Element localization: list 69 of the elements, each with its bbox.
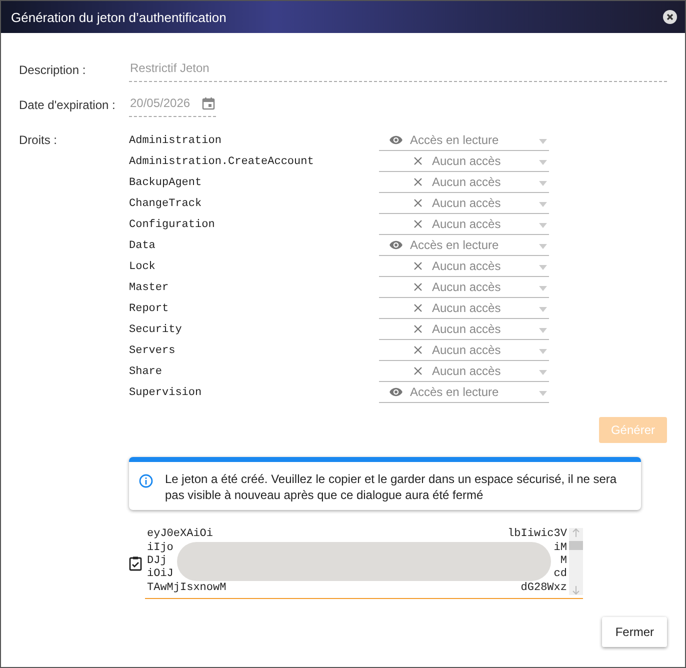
description-field[interactable]: Restrictif Jeton: [129, 61, 667, 82]
permission-name: Master: [129, 282, 170, 294]
permission-name: Supervision: [129, 386, 203, 398]
caret-icon: [539, 202, 547, 206]
token-text: cd: [554, 568, 567, 582]
access-dropdown[interactable]: Aucun accès: [379, 152, 549, 172]
permission-name: Administration: [129, 134, 222, 146]
access-dropdown[interactable]: Aucun accès: [379, 194, 549, 214]
access-dropdown[interactable]: Aucun accès: [379, 298, 549, 318]
access-dropdown[interactable]: Aucun accès: [379, 278, 549, 298]
permission-name: ChangeTrack: [129, 198, 203, 210]
caret-icon: [539, 222, 547, 228]
eye-icon: [389, 133, 403, 147]
token-text: eyJ0eXAiOi: [147, 528, 214, 542]
permission-name: Share: [129, 366, 164, 378]
access-dropdown[interactable]: Aucun accès: [379, 172, 549, 192]
access-dropdown[interactable]: Aucun accès: [379, 320, 549, 340]
permission-name: Lock: [129, 260, 156, 272]
token-text: iOiJ: [147, 568, 174, 582]
field-label: Date d'expiration :: [19, 97, 116, 112]
permission-name: Configuration: [129, 218, 216, 230]
caret-icon: [539, 138, 547, 144]
caret-icon: [539, 390, 547, 396]
clipboard-check-icon[interactable]: [129, 556, 142, 572]
up-arrow-icon[interactable]: [572, 528, 580, 538]
token-text: M: [560, 554, 567, 568]
close-button[interactable]: Fermer: [602, 616, 667, 647]
field-label: Droits :: [19, 132, 58, 149]
caret-icon: [539, 286, 547, 290]
access-dropdown[interactable]: Aucun accès: [379, 362, 549, 382]
window-title: Génération du jeton d’authentification: [11, 10, 226, 24]
access-dropdown[interactable]: Aucun accès: [379, 256, 549, 276]
close-icon[interactable]: [663, 10, 677, 24]
caret-icon: [539, 306, 547, 312]
token-text: dG28Wxz: [520, 582, 567, 595]
caret-icon: [539, 264, 547, 270]
eye-icon: [389, 238, 403, 252]
token-field[interactable]: eyJ0eXAiOi lbIiwic3V iIjo iM DJj M iOiJ cd TAwMjIsxnowM dG28Wxz: [145, 528, 583, 599]
field-label: Description :: [19, 62, 87, 77]
token-text: TAwMjIsxnowM: [147, 582, 226, 595]
token-text: DJj: [147, 554, 167, 568]
access-dropdown[interactable]: Aucun accès: [379, 214, 549, 234]
permission-name: Administration.CreateAccount: [129, 156, 315, 168]
caret-icon: [539, 328, 547, 332]
info-message: Le jeton a été créé. Veuillez le copier et le garder dans un espace sécurisé, il ne sera pas visible à nouveau après que ce dialogue aura été fermé: [165, 471, 618, 504]
token-text: iIjo: [147, 542, 174, 555]
access-dropdown[interactable]: Accès en lecture: [379, 236, 549, 256]
caret-icon: [539, 180, 547, 186]
access-dropdown[interactable]: Aucun accès: [379, 340, 549, 360]
scrollbar[interactable]: [569, 528, 583, 595]
access-dropdown[interactable]: Accès en lecture: [379, 130, 549, 150]
permission-name: Security: [129, 324, 183, 336]
scrollbar-thumb[interactable]: [569, 541, 583, 550]
down-arrow-icon[interactable]: [572, 586, 580, 595]
calendar-icon[interactable]: [202, 96, 216, 110]
permission-name: Servers: [129, 344, 176, 356]
permission-name: BackupAgent: [129, 176, 203, 188]
caret-icon: [539, 244, 547, 248]
token-text: lbIiwic3V: [508, 528, 567, 542]
caret-icon: [539, 160, 547, 164]
token-text: iM: [554, 542, 567, 555]
caret-icon: [539, 348, 547, 354]
caret-icon: [539, 370, 547, 374]
date-field[interactable]: 20/05/2026: [129, 96, 216, 117]
info-icon: [139, 474, 153, 488]
access-dropdown[interactable]: Accès en lecture: [379, 382, 549, 402]
eye-icon: [389, 385, 403, 399]
permission-name: Data: [129, 240, 156, 252]
permission-name: Report: [129, 302, 170, 314]
